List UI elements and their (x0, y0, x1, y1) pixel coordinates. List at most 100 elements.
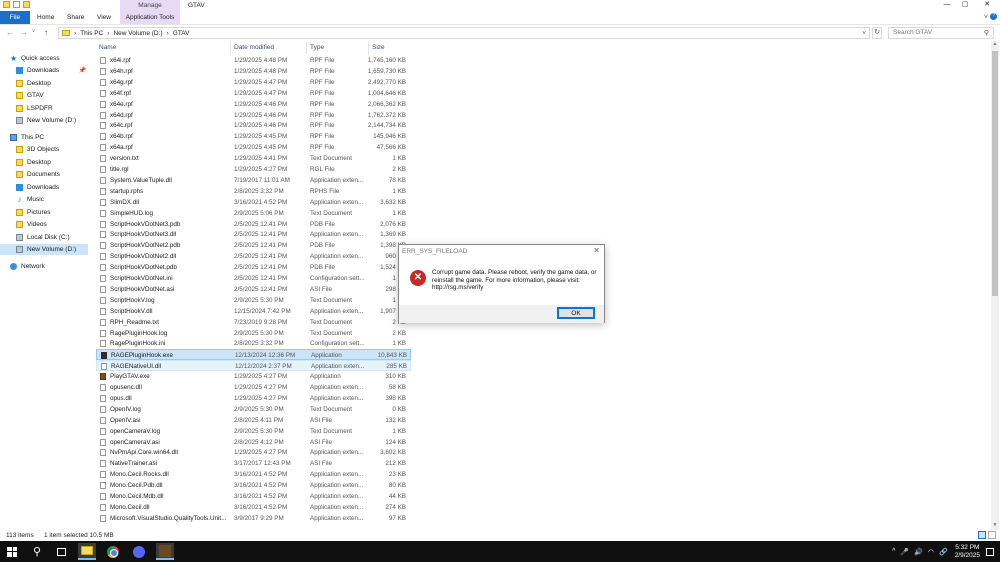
up-button[interactable]: ↑ (44, 28, 48, 37)
column-header-date[interactable]: Date modified (234, 44, 274, 51)
taskbar-discord[interactable] (130, 543, 148, 560)
nav-item[interactable]: Desktop (0, 157, 88, 168)
file-row[interactable]: OpenIV.asi 2/8/2025 4:11 PM ASI File 132 KB (96, 415, 411, 426)
taskbar-file-explorer[interactable] (78, 543, 96, 560)
file-row[interactable]: RagePluginHook.ini 2/8/2025 3:32 PM Config… (96, 338, 411, 349)
nav-item[interactable]: Videos (0, 219, 88, 230)
file-row[interactable]: ScriptHookVDotNet.pdb 2/5/2025 12:41 PM PD… (96, 262, 411, 273)
volume-icon[interactable]: 🔊 (914, 548, 923, 556)
vertical-scrollbar[interactable]: ▲ ▼ (991, 41, 999, 530)
file-row[interactable]: System.ValueTuple.dll 7/19/2017 11:01 AM A… (96, 175, 411, 186)
nav-item[interactable]: Local Disk (C:) (0, 232, 88, 243)
forward-button[interactable]: → (20, 28, 28, 37)
tab-file[interactable]: File (0, 11, 30, 24)
nav-item[interactable]: Documents (0, 169, 88, 180)
file-row[interactable]: Microsoft.VisualStudio.QualityTools.Unit… (96, 513, 411, 524)
file-row[interactable]: SlimDX.dll 3/16/2021 4:52 PM Application e… (96, 197, 411, 208)
taskbar-search-button[interactable]: ⚲ (28, 543, 46, 560)
file-row[interactable]: opus.dll 1/29/2025 4:27 PM Application ext… (96, 393, 411, 404)
tab-share[interactable]: Share (67, 11, 84, 24)
new-folder-icon[interactable] (23, 1, 30, 8)
file-row[interactable]: Mono.Cecil.Mdb.dll 3/16/2021 4:52 PM Appli… (96, 491, 411, 502)
file-row[interactable]: ScriptHookVDotNet2.pdb 2/5/2025 12:41 PM P… (96, 240, 411, 251)
file-row[interactable]: openCameraV.asi 2/8/2025 4:12 PM ASI File 1… (96, 437, 411, 448)
tab-view[interactable]: View (97, 11, 111, 24)
large-icons-view-icon[interactable] (988, 531, 996, 539)
dialog-close-button[interactable]: ✕ (593, 246, 600, 255)
file-row[interactable]: x64c.rpf 1/29/2025 4:46 PM RPF File 2,144,7… (96, 120, 411, 131)
file-row[interactable]: title.rgl 1/29/2025 4:27 PM RGL File 2 KB (96, 164, 411, 175)
nav-item[interactable]: ★ Quick access (0, 53, 88, 64)
close-button[interactable]: ✕ (982, 1, 992, 9)
file-row[interactable]: x64h.rpf 1/29/2025 4:48 PM RPF File 1,659,7… (96, 66, 411, 77)
file-row[interactable]: openCameraV.log 2/9/2025 5:30 PM Text Docu… (96, 426, 411, 437)
file-row[interactable]: RPH_Readme.txt 7/23/2019 9:28 PM Text Docu… (96, 317, 411, 328)
help-icon[interactable]: ? (990, 13, 997, 20)
nav-item[interactable]: Network (0, 261, 88, 272)
file-row[interactable]: Mono.Cecil.Rocks.dll 3/16/2021 4:52 PM App… (96, 469, 411, 480)
tab-home[interactable]: Home (37, 11, 54, 24)
expand-ribbon-icon[interactable]: ˅ (984, 14, 988, 21)
wifi-icon[interactable]: ◠ (928, 548, 934, 556)
task-view-button[interactable] (52, 543, 70, 560)
file-row[interactable]: ScriptHookV.log 2/9/2025 5:30 PM Text Docu… (96, 295, 411, 306)
file-row[interactable]: RAGEPluginHook.exe 12/13/2024 12:36 PM App… (96, 349, 411, 361)
file-row[interactable]: PlayGTAV.exe 1/29/2025 4:27 PM Application… (96, 371, 411, 382)
column-divider[interactable] (230, 42, 231, 54)
breadcrumb-gtav[interactable]: GTAV (173, 30, 190, 37)
file-row[interactable]: NativeTrainer.asi 3/17/2017 12:43 PM ASI F… (96, 458, 411, 469)
minimize-button[interactable]: — (942, 1, 952, 9)
file-row[interactable]: ScriptHookVDotNet3.pdb 2/5/2025 12:41 PM P… (96, 219, 411, 230)
search-box[interactable]: ⚲ (888, 27, 994, 39)
folder-icon[interactable] (3, 1, 10, 8)
refresh-button[interactable]: ↻ (872, 27, 882, 39)
taskbar-gtav[interactable] (156, 543, 174, 560)
scroll-up-arrow[interactable]: ▲ (991, 41, 999, 49)
nav-item[interactable]: Downloads 📌 (0, 65, 88, 76)
taskbar-chrome[interactable] (104, 543, 122, 560)
file-row[interactable]: SimpleHUD.log 2/9/2025 5:06 PM Text Docume… (96, 208, 411, 219)
back-button[interactable]: ← (6, 28, 14, 37)
address-box[interactable]: › This PC › New Volume (D:) › GTAV ˅ (58, 27, 870, 39)
scroll-down-arrow[interactable]: ▼ (991, 522, 999, 530)
file-row[interactable]: ScriptHookV.dll 12/15/2024 7:42 PM Applica… (96, 306, 411, 317)
maximize-button[interactable]: ▢ (960, 1, 970, 9)
file-row[interactable]: OpenIV.log 2/9/2025 5:30 PM Text Document 0… (96, 404, 411, 415)
properties-icon[interactable] (13, 1, 20, 8)
nav-item[interactable]: 3D Objects (0, 144, 88, 155)
breadcrumb-new-volume[interactable]: New Volume (D:) (113, 30, 162, 37)
file-row[interactable]: RagePluginHook.log 2/9/2025 5:30 PM Text D… (96, 328, 411, 339)
clock[interactable]: 5:32 PM 2/9/2025 (955, 544, 980, 560)
search-input[interactable] (893, 29, 983, 36)
breadcrumb-this-pc[interactable]: This PC (80, 30, 103, 37)
column-divider[interactable] (306, 42, 307, 54)
file-row[interactable]: x64b.rpf 1/29/2025 4:45 PM RPF File 145,946… (96, 131, 411, 142)
start-button[interactable] (3, 543, 21, 560)
column-header-name[interactable]: Name (99, 44, 116, 51)
scrollbar-thumb[interactable] (992, 51, 998, 296)
file-row[interactable]: opusenc.dll 1/29/2025 4:27 PM Application … (96, 382, 411, 393)
file-row[interactable]: x64d.rpf 1/29/2025 4:46 PM RPF File 1,762,3… (96, 110, 411, 121)
nav-item[interactable]: Pictures (0, 207, 88, 218)
file-row[interactable]: x64a.rpf 1/29/2025 4:45 PM RPF File 47,566 … (96, 142, 411, 153)
nav-item[interactable]: New Volume (D:) (0, 115, 88, 126)
file-row[interactable]: version.txt 1/29/2025 4:41 PM Text Documen… (96, 153, 411, 164)
ok-button[interactable]: OK (557, 307, 595, 319)
nav-item[interactable]: Desktop (0, 78, 88, 89)
tab-application-tools[interactable]: Application Tools (120, 11, 180, 24)
file-row[interactable]: startup.rphs 2/8/2025 3:32 PM RPHS File 1 K… (96, 186, 411, 197)
manage-context-tab[interactable]: Manage (120, 0, 180, 11)
column-header-size[interactable]: Size (372, 44, 385, 51)
nav-item[interactable]: New Volume (D:) (0, 244, 88, 255)
details-view-icon[interactable] (978, 531, 986, 539)
file-row[interactable]: x64i.rpf 1/29/2025 4:48 PM RPF File 1,745,1… (96, 55, 411, 66)
microphone-icon[interactable]: 🎤 (900, 548, 909, 556)
column-header-type[interactable]: Type (310, 44, 324, 51)
nav-item[interactable]: GTAV (0, 90, 88, 101)
nav-item[interactable]: ♪ Music (0, 194, 88, 205)
file-row[interactable]: ScriptHookVDotNet.asi 2/5/2025 12:41 PM AS… (96, 284, 411, 295)
file-row[interactable]: x64e.rpf 1/29/2025 4:46 PM RPF File 2,066,3… (96, 99, 411, 110)
column-divider[interactable] (368, 42, 369, 54)
address-dropdown-icon[interactable]: ˅ (862, 30, 866, 37)
nav-item[interactable]: This PC (0, 132, 88, 143)
